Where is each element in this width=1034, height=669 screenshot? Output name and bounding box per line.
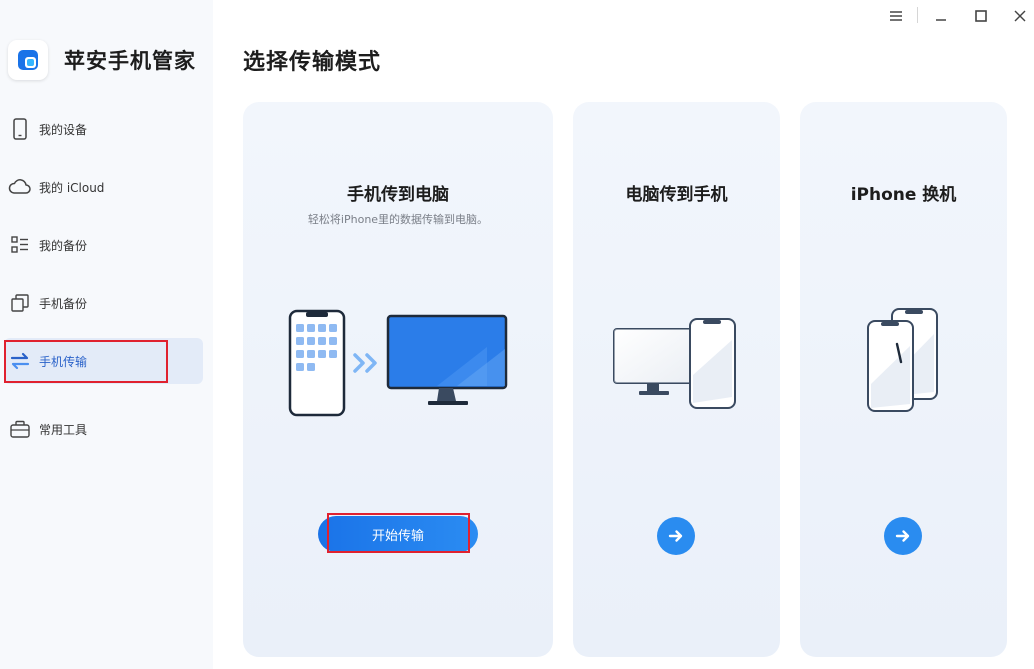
sidebar-item-my-backup[interactable]: 我的备份 — [4, 222, 203, 268]
card-phone-to-pc[interactable]: 手机传到电脑 轻松将iPhone里的数据传输到电脑。 开始传输 — [243, 102, 553, 657]
maximize-icon[interactable] — [970, 5, 992, 27]
arrow-right-button[interactable] — [657, 517, 695, 555]
sidebar-item-phone-backup[interactable]: 手机备份 — [4, 280, 203, 326]
card-iphone-switch[interactable]: iPhone 换机 — [800, 102, 1007, 657]
sidebar-item-label: 常用工具 — [39, 422, 88, 437]
card-subtitle: 轻松将iPhone里的数据传输到电脑。 — [307, 213, 489, 226]
transfer-icon — [8, 349, 32, 373]
cloud-icon — [8, 175, 32, 199]
toolbox-icon — [8, 417, 32, 441]
page-title: 选择传输模式 — [243, 50, 382, 75]
card-title: 手机传到电脑 — [347, 185, 449, 205]
sidebar-item-label: 我的备份 — [39, 238, 88, 253]
close-icon[interactable] — [1009, 5, 1031, 27]
brand: 苹安手机管家 — [8, 40, 196, 80]
phone-to-pc-illustration — [288, 309, 508, 417]
pc-to-phone-illustration — [613, 318, 736, 409]
iphone-switch-illustration — [867, 308, 938, 412]
divider — [917, 7, 918, 23]
menu-icon[interactable] — [885, 5, 907, 27]
start-transfer-button[interactable]: 开始传输 — [318, 516, 478, 552]
backup-list-icon — [8, 233, 32, 257]
sidebar-item-my-device[interactable]: 我的设备 — [4, 106, 203, 152]
arrow-right-icon — [668, 530, 683, 542]
card-title: 电脑传到手机 — [625, 185, 728, 205]
copy-icon — [8, 291, 32, 315]
sidebar: 苹安手机管家 我的设备 我的 iCloud 我的备份 手机备份 手机传输 常用工… — [0, 0, 213, 669]
sidebar-item-phone-transfer[interactable]: 手机传输 — [4, 338, 203, 384]
sidebar-item-my-icloud[interactable]: 我的 iCloud — [4, 164, 203, 210]
arrow-right-button[interactable] — [884, 517, 922, 555]
minimize-icon[interactable] — [930, 5, 952, 27]
sidebar-item-label: 手机备份 — [39, 296, 88, 311]
app-logo — [8, 40, 48, 80]
app-name: 苹安手机管家 — [64, 49, 196, 73]
sidebar-item-label: 我的 iCloud — [39, 180, 105, 195]
sidebar-item-label: 我的设备 — [39, 122, 88, 137]
card-title: iPhone 换机 — [850, 185, 957, 205]
sidebar-item-common-tools[interactable]: 常用工具 — [4, 406, 203, 452]
sidebar-item-label: 手机传输 — [39, 354, 88, 369]
card-pc-to-phone[interactable]: 电脑传到手机 — [573, 102, 780, 657]
phone-icon — [8, 117, 32, 141]
arrow-right-icon — [895, 530, 910, 542]
